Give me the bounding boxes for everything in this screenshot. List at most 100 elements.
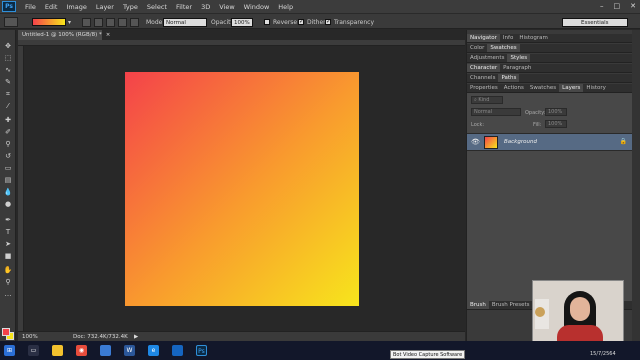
- file-explorer-icon[interactable]: [52, 345, 63, 356]
- layers-panel-tabs: Properties Actions Swatches Layers Histo…: [467, 84, 633, 93]
- tab-brush-presets[interactable]: Brush Presets: [489, 301, 533, 309]
- history-brush-icon[interactable]: ↺: [3, 152, 13, 161]
- menu-type[interactable]: Type: [123, 3, 138, 11]
- eraser-icon[interactable]: ▭: [3, 164, 13, 173]
- webcam-teddy-bear: [535, 307, 545, 317]
- tab-layers[interactable]: Layers: [559, 84, 584, 92]
- close-button[interactable]: ✕: [630, 2, 636, 10]
- workspace-select[interactable]: Essentials: [562, 17, 628, 27]
- app-icon[interactable]: [100, 345, 111, 356]
- mode-label: Mode:: [146, 19, 165, 26]
- menu-filter[interactable]: Filter: [176, 3, 192, 11]
- app-icon-2[interactable]: [172, 345, 183, 356]
- quick-select-icon[interactable]: ✎: [3, 78, 13, 87]
- webcam-overlay: [532, 280, 624, 344]
- menu-layer[interactable]: Layer: [96, 3, 114, 11]
- diamond-gradient-icon[interactable]: [130, 17, 139, 27]
- fill-field[interactable]: 100%: [545, 120, 567, 128]
- tab-paths[interactable]: Paths: [498, 74, 520, 82]
- tab-info[interactable]: Info: [500, 34, 516, 42]
- document-tab[interactable]: Untitled-1 @ 100% (RGB/8) * ×: [18, 30, 110, 40]
- task-view-icon[interactable]: ▭: [28, 345, 39, 356]
- clone-stamp-icon[interactable]: ⚲: [3, 140, 13, 149]
- menu-file[interactable]: File: [25, 3, 36, 11]
- document-tab-title: Untitled-1 @ 100% (RGB/8) *: [22, 32, 102, 38]
- start-icon[interactable]: ⊞: [4, 345, 15, 356]
- marquee-icon[interactable]: ⬚: [3, 54, 13, 63]
- tab-character[interactable]: Character: [467, 64, 501, 72]
- tab-adjustments[interactable]: Adjustments: [467, 54, 507, 62]
- close-icon[interactable]: ×: [106, 32, 111, 38]
- tab-actions[interactable]: Actions: [501, 84, 527, 92]
- tab-swatches[interactable]: Swatches: [487, 44, 520, 52]
- healing-icon[interactable]: ✚: [3, 116, 13, 125]
- menu-window[interactable]: Window: [244, 3, 270, 11]
- gradient-tool-preset-icon[interactable]: [4, 17, 18, 27]
- tab-paragraph[interactable]: Paragraph: [500, 64, 534, 72]
- layer-name[interactable]: Background: [504, 139, 537, 145]
- shape-icon[interactable]: ■: [3, 252, 13, 261]
- tab-color[interactable]: Color: [467, 44, 487, 52]
- menu-select[interactable]: Select: [147, 3, 167, 11]
- opacity-field[interactable]: 100%: [231, 17, 253, 27]
- transparency-label: Transparency: [334, 19, 375, 26]
- menu-edit[interactable]: Edit: [45, 3, 58, 11]
- transparency-checkbox[interactable]: [325, 18, 331, 25]
- eyedropper-icon[interactable]: ⁄: [3, 102, 13, 111]
- tab-swatches-2[interactable]: Swatches: [527, 84, 559, 92]
- more-tools-icon[interactable]: …: [3, 290, 13, 299]
- reflected-gradient-icon[interactable]: [118, 17, 127, 27]
- brush-icon[interactable]: ✐: [3, 128, 13, 137]
- options-bar: ▾ Mode: Normal Opacity: 100% Reverse Dit…: [0, 13, 640, 29]
- tab-histogram[interactable]: Histogram: [516, 34, 551, 42]
- menu-bar: Ps File Edit Image Layer Type Select Fil…: [0, 0, 640, 13]
- lasso-icon[interactable]: ∿: [3, 66, 13, 75]
- layer-row[interactable]: 👁 Background 🔒: [467, 133, 633, 151]
- dither-checkbox[interactable]: [298, 18, 304, 25]
- canvas[interactable]: [125, 72, 359, 306]
- blur-icon[interactable]: 💧: [3, 188, 13, 197]
- menu-image[interactable]: Image: [66, 3, 86, 11]
- channels-panel-tabs: Channels Paths: [467, 74, 633, 83]
- mode-select[interactable]: Normal: [163, 17, 207, 27]
- menu-view[interactable]: View: [219, 3, 234, 11]
- move-icon[interactable]: ✥: [3, 42, 13, 51]
- chrome-icon[interactable]: ◉: [76, 345, 87, 356]
- edge-icon[interactable]: e: [148, 345, 159, 356]
- minimize-button[interactable]: –: [600, 2, 604, 10]
- menu-3d[interactable]: 3D: [201, 3, 210, 11]
- pen-icon[interactable]: ✒: [3, 216, 13, 225]
- word-icon[interactable]: W: [124, 345, 135, 356]
- radial-gradient-icon[interactable]: [94, 17, 103, 27]
- photoshop-taskbar-icon[interactable]: Ps: [196, 345, 207, 356]
- layer-opacity-field[interactable]: 100%: [545, 108, 567, 116]
- tab-brush[interactable]: Brush: [467, 301, 489, 309]
- tab-navigator[interactable]: Navigator: [467, 34, 500, 42]
- type-icon[interactable]: T: [3, 228, 13, 237]
- gradient-picker[interactable]: [32, 18, 66, 26]
- reverse-checkbox[interactable]: [264, 19, 270, 25]
- tab-channels[interactable]: Channels: [467, 74, 498, 82]
- foreground-color-swatch[interactable]: [2, 328, 10, 336]
- hand-icon[interactable]: ✋: [3, 266, 13, 275]
- vertical-ruler[interactable]: [18, 46, 24, 331]
- zoom-icon[interactable]: ⚲: [3, 278, 13, 287]
- maximize-button[interactable]: □: [614, 2, 621, 10]
- layer-kind-filter[interactable]: ⌕ Kind: [471, 96, 503, 104]
- dodge-icon[interactable]: ●: [3, 200, 13, 209]
- chevron-down-icon[interactable]: ▾: [68, 19, 71, 26]
- tab-styles[interactable]: Styles: [507, 54, 531, 62]
- angle-gradient-icon[interactable]: [106, 17, 115, 27]
- linear-gradient-icon[interactable]: [82, 17, 91, 27]
- horizontal-ruler[interactable]: [18, 40, 465, 46]
- gradient-icon[interactable]: ▤: [3, 176, 13, 185]
- lock-label: Lock:: [471, 122, 485, 128]
- eye-icon[interactable]: 👁: [471, 138, 480, 146]
- photoshop-logo[interactable]: Ps: [2, 1, 16, 12]
- crop-icon[interactable]: ⌗: [3, 90, 13, 99]
- menu-help[interactable]: Help: [278, 3, 293, 11]
- blend-mode-select[interactable]: Normal: [471, 108, 521, 116]
- tab-history[interactable]: History: [583, 84, 609, 92]
- tab-properties[interactable]: Properties: [467, 84, 501, 92]
- path-select-icon[interactable]: ➤: [3, 240, 13, 249]
